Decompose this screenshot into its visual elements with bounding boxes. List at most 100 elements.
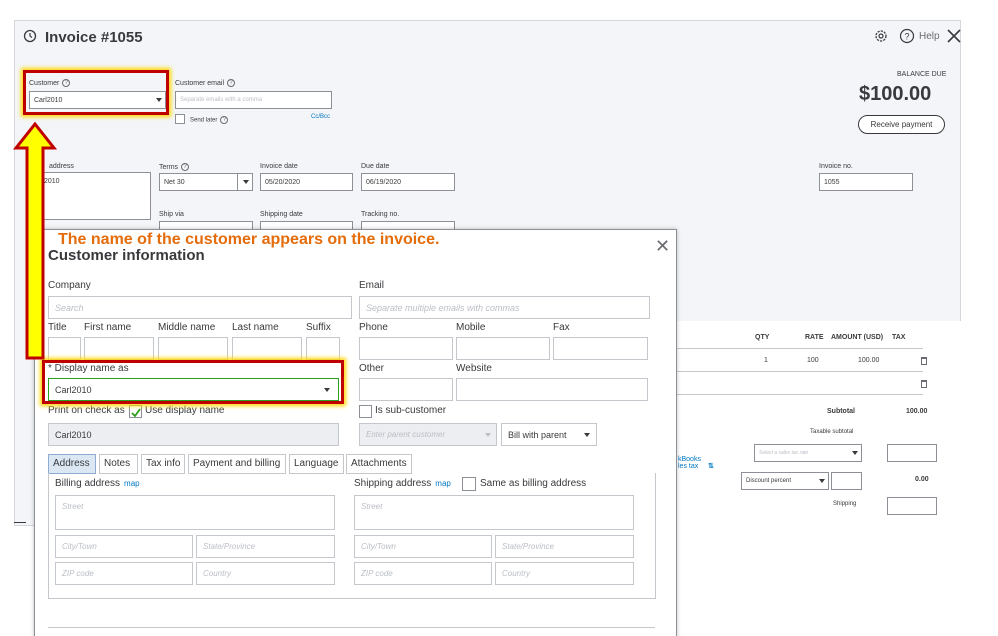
close-icon[interactable] [946, 28, 962, 44]
rate-header: RATE [805, 334, 824, 341]
billing-state-input[interactable]: State/Province [196, 535, 335, 558]
help-label[interactable]: Help [919, 31, 940, 42]
sales-tax-amount-input[interactable] [887, 444, 937, 462]
row1-qty: 1 [764, 357, 768, 364]
invoice-title: Invoice #1055 [45, 29, 143, 46]
billing-map-link[interactable]: map [124, 479, 140, 488]
shipping-city-input[interactable]: City/Town [354, 535, 492, 558]
due-date-input[interactable]: 06/19/2020 [361, 173, 455, 191]
tab-attachments[interactable]: Attachments [346, 454, 412, 474]
balance-due-amount: $100.00 [859, 83, 932, 105]
cc-bcc-link[interactable]: Cc/Bcc [311, 114, 330, 120]
last-name-input[interactable] [232, 337, 302, 360]
other-input[interactable] [359, 378, 453, 401]
due-date-label: Due date [361, 163, 390, 170]
send-later-checkbox[interactable] [175, 114, 185, 124]
billing-street-input[interactable]: Street [55, 495, 335, 530]
receive-payment-button[interactable]: Receive payment [858, 115, 945, 134]
shipping-date-label: Shipping date [260, 211, 303, 218]
balance-due-label: BALANCE DUE [897, 71, 947, 78]
terms-value: Net 30 [164, 179, 185, 186]
use-display-name-checkbox[interactable] [129, 405, 142, 418]
taxable-subtotal-label: Taxable subtotal [810, 429, 854, 435]
same-as-billing-label: Same as billing address [480, 478, 587, 489]
other-label: Other [359, 363, 385, 374]
chevron-down-icon [243, 180, 249, 184]
quickbooks-tax-link[interactable]: kBooks les tax [678, 456, 701, 470]
screenshot-root: Invoice #1055 ? Help Customer? Carl2010 … [0, 0, 998, 636]
terms-label: Terms? [159, 163, 190, 171]
row1-amount: 100.00 [858, 357, 880, 364]
first-name-input[interactable] [84, 337, 154, 360]
invoice-date-input[interactable]: 05/20/2020 [260, 173, 353, 191]
email-label: Email [359, 280, 385, 291]
sub-customer-checkbox[interactable] [359, 405, 372, 418]
trash-icon[interactable] [921, 380, 927, 388]
annotation-caption: The name of the customer appears on the … [58, 231, 440, 248]
modal-title: Customer information [48, 247, 205, 264]
billing-address-label: Billing address map [55, 478, 140, 489]
invoice-no-input[interactable]: 1055 [819, 173, 913, 191]
discount-value-input[interactable] [831, 472, 862, 490]
chevron-down-icon [852, 451, 858, 455]
shipping-street-input[interactable]: Street [354, 495, 634, 530]
middle-name-label: Middle name [158, 322, 216, 333]
invoice-no-label: Invoice no. [819, 163, 853, 170]
shipping-label: Shipping [833, 501, 857, 507]
help-icon[interactable]: ? [899, 28, 915, 44]
company-input[interactable]: Search [48, 296, 352, 319]
shipping-country-input[interactable]: Country [495, 562, 634, 585]
mobile-input[interactable] [456, 337, 550, 360]
billing-city-input[interactable]: City/Town [55, 535, 193, 558]
customer-email-input[interactable]: Separate emails with a comma [175, 91, 332, 109]
suffix-label: Suffix [306, 322, 331, 333]
shipping-input[interactable] [887, 497, 937, 515]
chevron-down-icon [584, 433, 590, 437]
up-arrow-icon [13, 122, 57, 360]
print-on-check-label: Print on check as [48, 405, 125, 416]
qty-header: QTY [755, 334, 770, 341]
checkmark-icon [131, 408, 141, 418]
shipping-state-input[interactable]: State/Province [495, 535, 634, 558]
trash-icon[interactable] [921, 357, 927, 365]
shipping-map-link[interactable]: map [435, 479, 451, 488]
suffix-input[interactable] [306, 337, 340, 360]
email-input[interactable]: Separate multiple emails with commas [359, 296, 650, 319]
swap-icon[interactable]: ⇅ [708, 462, 714, 470]
customer-highlight-box [23, 70, 169, 115]
subtotal-label: Subtotal [827, 408, 855, 415]
chevron-down-icon [819, 479, 825, 483]
tab-notes[interactable]: Notes [99, 454, 138, 474]
tab-language[interactable]: Language [289, 454, 344, 474]
discount-type-select[interactable]: Discount percent [741, 472, 829, 490]
parent-customer-select[interactable]: Enter parent customer [359, 423, 497, 446]
fax-input[interactable] [553, 337, 648, 360]
close-icon[interactable]: ✕ [655, 236, 670, 257]
first-name-label: First name [84, 322, 132, 333]
chevron-down-icon [485, 433, 491, 437]
shipping-zip-input[interactable]: ZIP code [354, 562, 492, 585]
shipping-address-label: Shipping address map [354, 478, 451, 489]
phone-input[interactable] [359, 337, 453, 360]
address-tab-panel: Billing address map Street City/Town Stat… [48, 473, 656, 599]
terms-select[interactable]: Net 30 [159, 173, 253, 191]
history-icon[interactable] [23, 29, 37, 43]
send-later-label: Send later? [190, 116, 229, 124]
tracking-no-label: Tracking no. [361, 211, 400, 218]
phone-label: Phone [359, 322, 388, 333]
middle-name-input[interactable] [158, 337, 228, 360]
billing-zip-input[interactable]: ZIP code [55, 562, 193, 585]
amount-header: AMOUNT (USD) [831, 334, 884, 341]
tab-address[interactable]: Address [48, 454, 96, 474]
print-on-check-input[interactable]: Carl2010 [48, 423, 339, 446]
gear-icon[interactable] [873, 28, 889, 44]
table-divider [675, 371, 923, 372]
tab-tax-info[interactable]: Tax info [141, 454, 185, 474]
billing-country-input[interactable]: Country [196, 562, 335, 585]
website-input[interactable] [456, 378, 648, 401]
tab-payment-billing[interactable]: Payment and billing [188, 454, 286, 474]
sales-tax-select[interactable]: Select a sales tax rate [754, 444, 862, 462]
subtotal-value: 100.00 [906, 408, 928, 415]
bill-with-parent-select[interactable]: Bill with parent [501, 423, 597, 446]
same-as-billing-checkbox[interactable] [462, 477, 476, 491]
